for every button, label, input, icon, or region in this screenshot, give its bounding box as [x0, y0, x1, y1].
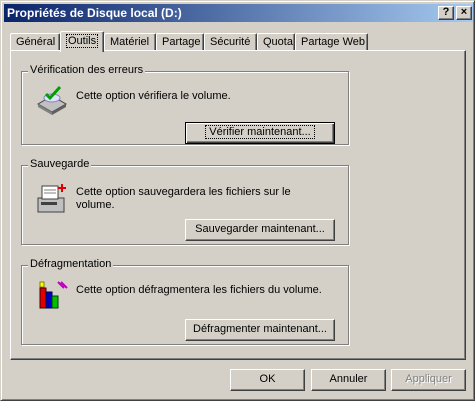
backup-description: Cette option sauvegardera les fichiers s…	[76, 186, 291, 211]
defrag-title: Défragmentation	[28, 258, 114, 270]
defrag-icon	[39, 281, 68, 309]
title-bar[interactable]: Propriétés de Disque local (D:) ? ×	[4, 4, 473, 22]
ok-button[interactable]: OK	[230, 369, 305, 391]
error-check-group: Vérification des erreurs Cette option vé…	[21, 64, 349, 145]
tab-partage[interactable]: Partage	[156, 33, 204, 51]
defrag-group: Défragmentation Cette option défragmente…	[21, 258, 349, 345]
cancel-button[interactable]: Annuler	[311, 369, 386, 391]
window-title: Propriétés de Disque local (D:)	[7, 6, 182, 20]
tab-general[interactable]: Général	[10, 33, 60, 51]
tab-outils[interactable]: Outils	[60, 31, 104, 52]
apply-button[interactable]: Appliquer	[391, 369, 466, 391]
tab-securite[interactable]: Sécurité	[204, 33, 257, 51]
disk-check-icon	[36, 85, 68, 115]
help-button[interactable]: ?	[438, 6, 454, 20]
defrag-now-button[interactable]: Défragmenter maintenant...	[185, 319, 335, 341]
backup-now-button[interactable]: Sauvegarder maintenant...	[185, 219, 335, 241]
check-now-button[interactable]: Vérifier maintenant...	[185, 122, 335, 144]
error-check-title: Vérification des erreurs	[28, 64, 146, 76]
tab-panel-outils: Vérification des erreurs Cette option vé…	[10, 50, 466, 360]
backup-title: Sauvegarde	[28, 158, 92, 170]
close-button[interactable]: ×	[456, 6, 472, 20]
backup-group: Sauvegarde Cette option sauvegardera les…	[21, 158, 349, 245]
error-check-description: Cette option vérifiera le volume.	[76, 90, 231, 102]
defrag-description: Cette option défragmentera les fichiers …	[76, 284, 322, 296]
tab-materiel[interactable]: Matériel	[104, 33, 156, 51]
properties-dialog: Propriétés de Disque local (D:) ? × Géné…	[0, 0, 475, 401]
tab-quota[interactable]: Quota	[257, 33, 295, 51]
backup-icon	[37, 184, 66, 213]
tab-partage-web[interactable]: Partage Web	[295, 33, 368, 51]
